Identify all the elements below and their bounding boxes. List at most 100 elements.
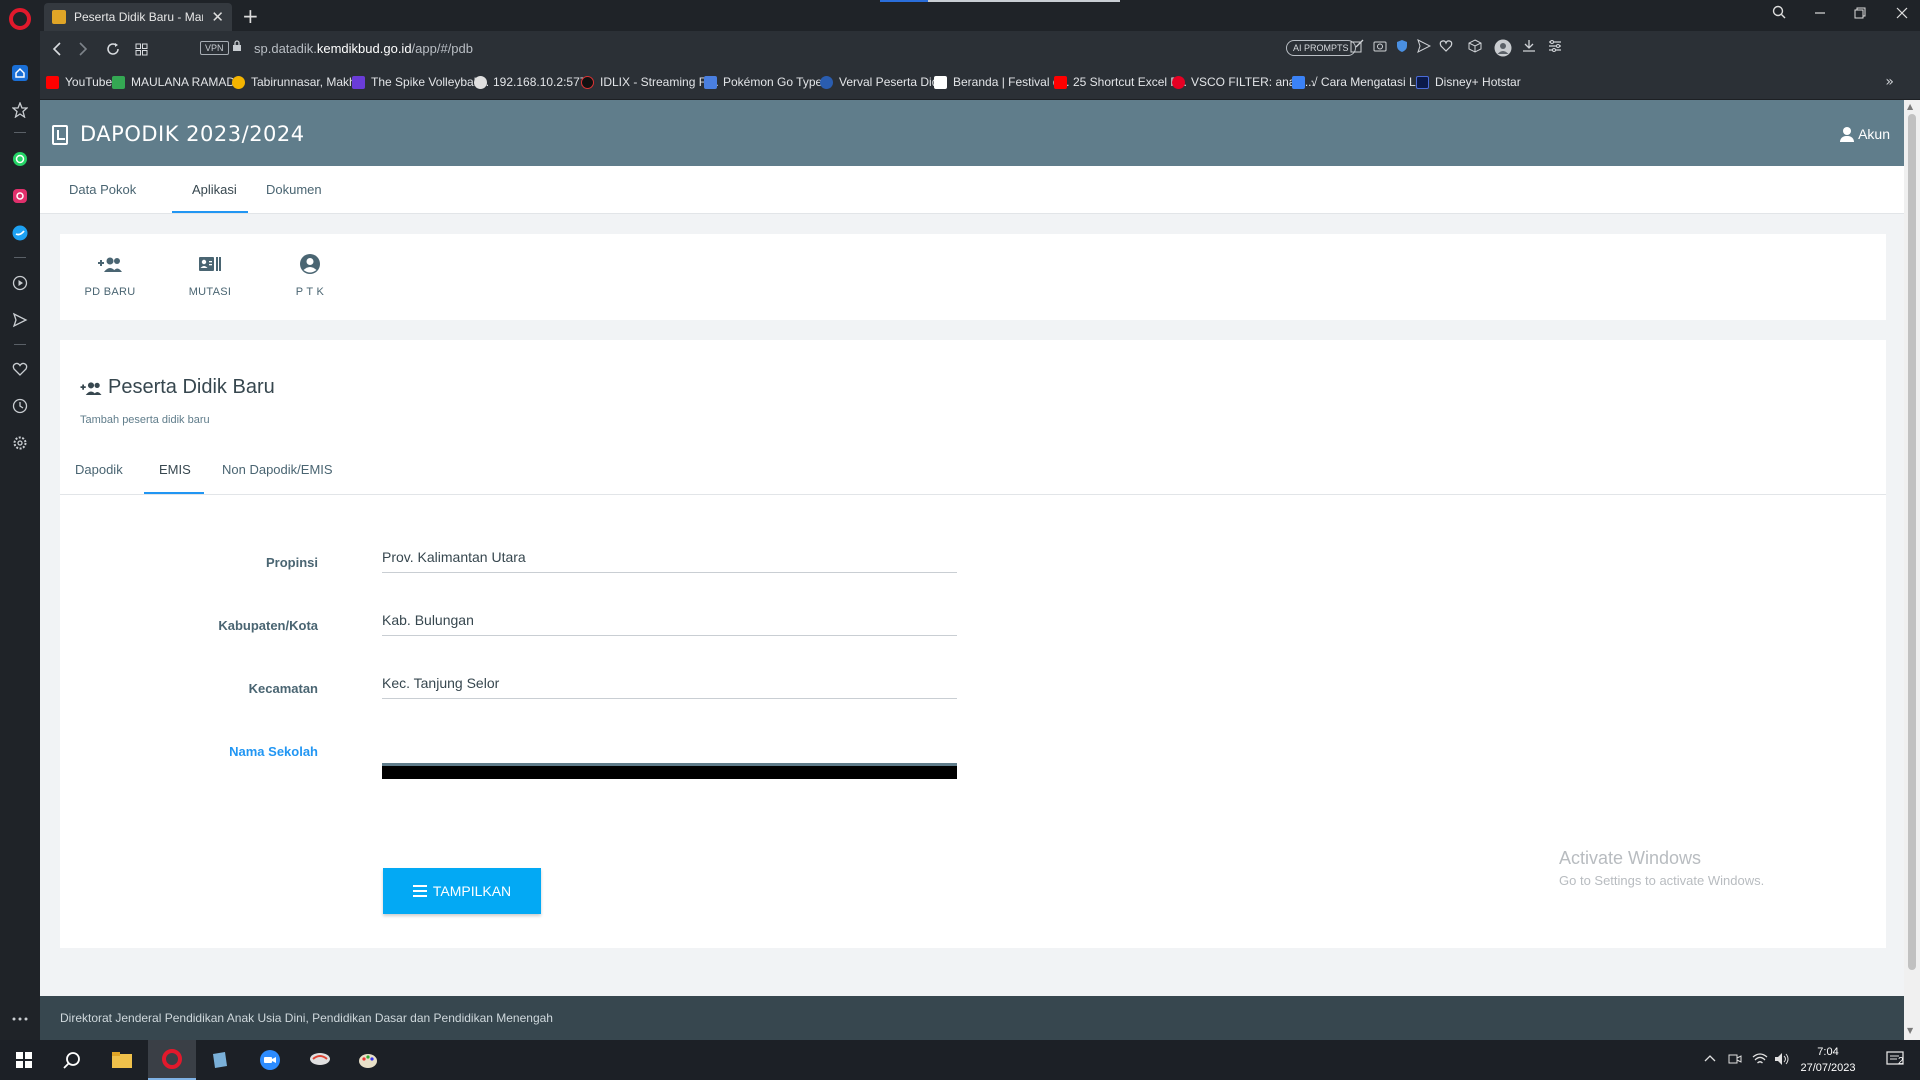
home-icon[interactable] (9, 62, 31, 84)
zoom-icon[interactable] (246, 1040, 294, 1080)
kabupaten-kota-field[interactable]: Kab. Bulungan (382, 606, 957, 636)
profile-icon[interactable] (1494, 39, 1512, 61)
ptk-button[interactable]: P T K (275, 254, 345, 298)
tampilkan-button[interactable]: TAMPILKAN (383, 868, 541, 914)
tab-dapodik[interactable]: Dapodik (75, 462, 123, 477)
bookmark-item[interactable]: 25 Shortcut Excel P... (1054, 75, 1187, 89)
search-icon[interactable] (48, 1040, 96, 1080)
heart-icon[interactable] (9, 358, 31, 380)
bookmark-favicon-icon (1292, 75, 1305, 89)
browser-tab-bar: Peserta Didik Baru - Manaj ✕ + (40, 0, 1920, 31)
tab-non-dapodik-emis[interactable]: Non Dapodik/EMIS (222, 462, 333, 477)
pd-baru-button[interactable]: PD BARU (75, 254, 145, 298)
lock-icon[interactable] (232, 40, 242, 55)
bookmark-item[interactable]: Disney+ Hotstar (1416, 75, 1521, 89)
app-title[interactable]: DAPODIK 2023/2024 (80, 122, 305, 146)
new-tab-button[interactable]: + (242, 4, 259, 28)
app-taskbar-icon[interactable] (196, 1040, 244, 1080)
settings-icon[interactable] (9, 432, 31, 454)
edit-icon[interactable] (1350, 39, 1364, 57)
tab-title: Peserta Didik Baru - Manaj (74, 10, 204, 24)
shield-icon[interactable] (1396, 39, 1408, 57)
tab-dokumen[interactable]: Dokumen (266, 182, 322, 197)
instagram-icon[interactable] (9, 185, 31, 207)
bookmark-favicon-icon (112, 75, 125, 89)
minimize-icon[interactable] (1814, 4, 1826, 23)
mutasi-button[interactable]: MUTASI (175, 254, 245, 298)
more-bookmarks-icon[interactable]: » (1885, 74, 1894, 90)
vpn-badge[interactable]: VPN (200, 41, 229, 55)
bookmark-item[interactable]: Beranda | Festival d... (934, 75, 1070, 89)
download-icon[interactable] (1522, 39, 1536, 57)
reload-icon[interactable] (102, 38, 124, 60)
bookmark-item[interactable]: Tabirunnasar, Makh... (232, 75, 366, 89)
bookmark-label: Pokémon Go Type... (723, 75, 833, 89)
player-icon[interactable] (9, 272, 31, 294)
watermark-subtitle: Go to Settings to activate Windows. (1559, 873, 1765, 888)
speed-dial-icon[interactable] (130, 38, 152, 60)
scroll-thumb[interactable] (1908, 114, 1916, 970)
snapshot-icon[interactable] (1373, 39, 1387, 57)
easy-setup-icon[interactable] (1548, 39, 1562, 57)
bookmark-item[interactable]: MAULANA RAMAD... (112, 75, 245, 89)
send-page-icon[interactable] (1417, 39, 1432, 57)
send-icon[interactable] (9, 309, 31, 331)
restore-icon[interactable] (1854, 4, 1866, 23)
more-icon[interactable] (9, 1008, 31, 1030)
meet-now-icon[interactable] (1728, 1052, 1742, 1070)
nama-sekolah-dropdown[interactable] (382, 763, 957, 779)
kecamatan-label: Kecamatan (248, 681, 318, 696)
notification-center-icon[interactable]: 2 (1872, 1040, 1920, 1080)
watermark-title: Activate Windows (1559, 848, 1702, 868)
tab-data-pokok[interactable]: Data Pokok (69, 182, 136, 197)
close-tab-icon[interactable]: ✕ (211, 8, 224, 26)
scroll-down-icon[interactable]: ▼ (1907, 1026, 1913, 1035)
app-taskbar-icon[interactable] (296, 1040, 344, 1080)
bookmark-item[interactable]: √ Cara Mengatasi L... (1292, 75, 1426, 89)
tab-aplikasi[interactable]: Aplikasi (192, 182, 237, 197)
forward-icon[interactable] (72, 38, 94, 60)
tab-emis[interactable]: EMIS (159, 462, 191, 477)
bookmark-favicon-icon (352, 75, 365, 89)
wifi-icon[interactable] (1752, 1052, 1768, 1070)
bookmark-item[interactable]: IDLIX - Streaming Fi... (581, 75, 719, 89)
sidebar-divider (14, 257, 26, 258)
bookmark-favicon-icon (581, 75, 594, 89)
history-icon[interactable] (9, 395, 31, 417)
windows-start-icon[interactable] (0, 1040, 48, 1080)
opera-taskbar-icon[interactable] (148, 1040, 196, 1080)
star-icon[interactable] (9, 99, 31, 121)
bookmark-item[interactable]: Verval Peserta Didik (820, 75, 947, 89)
browser-tab[interactable]: Peserta Didik Baru - Manaj ✕ (44, 3, 232, 31)
whatsapp-icon[interactable] (9, 148, 31, 170)
volume-icon[interactable] (1774, 1052, 1790, 1070)
bookmark-item[interactable]: 192.168.10.2:5774 (474, 75, 593, 89)
nama-sekolah-field[interactable] (382, 732, 957, 762)
url-field[interactable]: sp.datadik.kemdikbud.go.id/app/#/pdb (254, 41, 473, 56)
bookmark-favicon-icon (232, 75, 245, 89)
opera-logo-icon[interactable] (9, 8, 31, 30)
bookmark-item[interactable]: YouTube (46, 75, 112, 89)
active-tab-indicator (144, 492, 204, 494)
search-tabs-icon[interactable] (1772, 4, 1786, 23)
close-window-icon[interactable] (1896, 4, 1908, 23)
paint-icon[interactable] (344, 1040, 392, 1080)
back-icon[interactable] (46, 38, 68, 60)
kecamatan-field[interactable]: Kec. Tanjung Selor (382, 669, 957, 699)
twitter-icon[interactable] (9, 222, 31, 244)
taskbar-clock[interactable]: 7:04 27/07/2023 (1796, 1044, 1860, 1076)
sidebar-divider (14, 132, 26, 133)
url-domain: kemdikbud.go.id (316, 41, 412, 56)
ai-prompts-button[interactable]: AI PROMPTS (1286, 40, 1356, 56)
show-hidden-icons[interactable] (1704, 1052, 1716, 1067)
scroll-up-icon[interactable]: ▲ (1907, 102, 1913, 111)
bookmark-item[interactable]: The Spike Volleyball... (352, 75, 489, 89)
bookmark-item[interactable]: Pokémon Go Type... (704, 75, 832, 89)
extensions-icon[interactable] (1468, 39, 1482, 57)
propinsi-field[interactable]: Prov. Kalimantan Utara (382, 543, 957, 573)
file-explorer-icon[interactable] (98, 1040, 146, 1080)
account-button[interactable]: Akun (1840, 126, 1890, 142)
bookmark-heart-icon[interactable] (1439, 39, 1453, 57)
bookmark-label: 192.168.10.2:5774 (493, 75, 594, 89)
page-scrollbar[interactable]: ▲ ▼ (1904, 100, 1920, 1040)
